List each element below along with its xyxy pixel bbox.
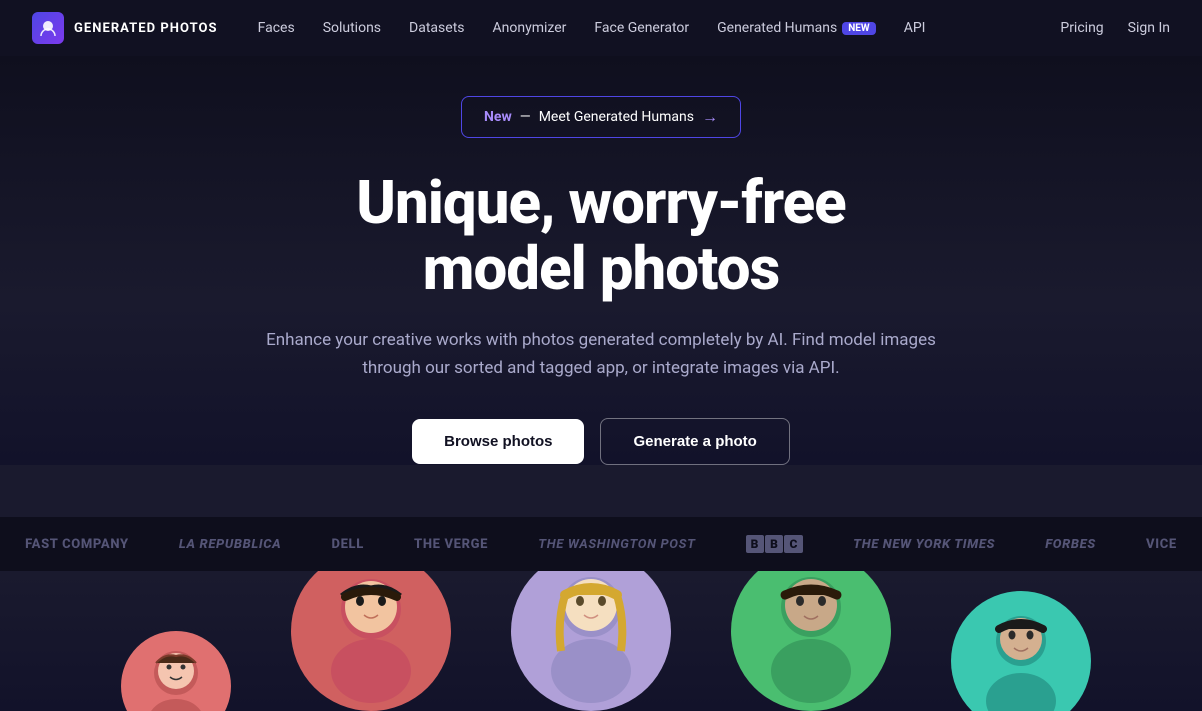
logo-nyt: The New York Times xyxy=(853,537,995,552)
nav-api[interactable]: API xyxy=(904,20,926,36)
avatar-2 xyxy=(511,571,671,711)
nav-links: Faces Solutions Datasets Anonymizer Face… xyxy=(258,20,1061,36)
nav-faces[interactable]: Faces xyxy=(258,20,295,36)
nav-generated-humans[interactable]: Generated HumansNew xyxy=(717,20,876,36)
hero-buttons: Browse photos Generate a photo xyxy=(20,418,1182,465)
avatar-right-partial xyxy=(951,591,1091,711)
avatar-1 xyxy=(291,571,451,711)
nav-datasets[interactable]: Datasets xyxy=(409,20,464,36)
banner-arrow: → xyxy=(702,107,718,127)
banner-new-tag: New xyxy=(484,109,512,125)
nav-solutions[interactable]: Solutions xyxy=(323,20,381,36)
logo-icon xyxy=(32,12,64,44)
banner-text: Meet Generated Humans xyxy=(539,109,694,125)
logo-bbc: BBC xyxy=(746,535,803,553)
browse-photos-button[interactable]: Browse photos xyxy=(412,419,584,464)
hero-section: New — Meet Generated Humans → Unique, wo… xyxy=(0,56,1202,465)
logo-washpost: The Washington Post xyxy=(538,537,695,552)
nav-right: Pricing Sign In xyxy=(1060,20,1170,36)
logo-fastcompany: FAST COMPANY xyxy=(25,537,129,552)
logo-vice: VICE xyxy=(1146,537,1177,552)
logos-bar: FAST COMPANY la Repubblica DELL THE VERG… xyxy=(0,517,1202,571)
hero-title: Unique, worry-free model photos xyxy=(151,170,1051,302)
nav-face-generator[interactable]: Face Generator xyxy=(594,20,689,36)
nav-pricing[interactable]: Pricing xyxy=(1060,20,1103,36)
logo-text: GENERATED PHOTOS xyxy=(74,21,218,36)
logo-link[interactable]: GENERATED PHOTOS xyxy=(32,12,218,44)
avatar-3 xyxy=(731,571,891,711)
banner-dash: — xyxy=(520,109,531,125)
nav-anonymizer[interactable]: Anonymizer xyxy=(493,20,567,36)
navbar: GENERATED PHOTOS Faces Solutions Dataset… xyxy=(0,0,1202,56)
logo-theverge: THE VERGE xyxy=(414,537,488,552)
logo-forbes: Forbes xyxy=(1045,537,1096,552)
new-badge: New xyxy=(842,22,875,35)
nav-signin[interactable]: Sign In xyxy=(1128,20,1170,36)
generate-photo-button[interactable]: Generate a photo xyxy=(600,418,789,465)
avatars-strip xyxy=(0,571,1202,711)
new-banner[interactable]: New — Meet Generated Humans → xyxy=(461,96,741,138)
avatar-left-partial xyxy=(121,631,231,711)
logo-larepubblica: la Repubblica xyxy=(179,537,281,552)
hero-subtitle: Enhance your creative works with photos … xyxy=(261,326,941,382)
logo-dell: DELL xyxy=(331,537,363,552)
